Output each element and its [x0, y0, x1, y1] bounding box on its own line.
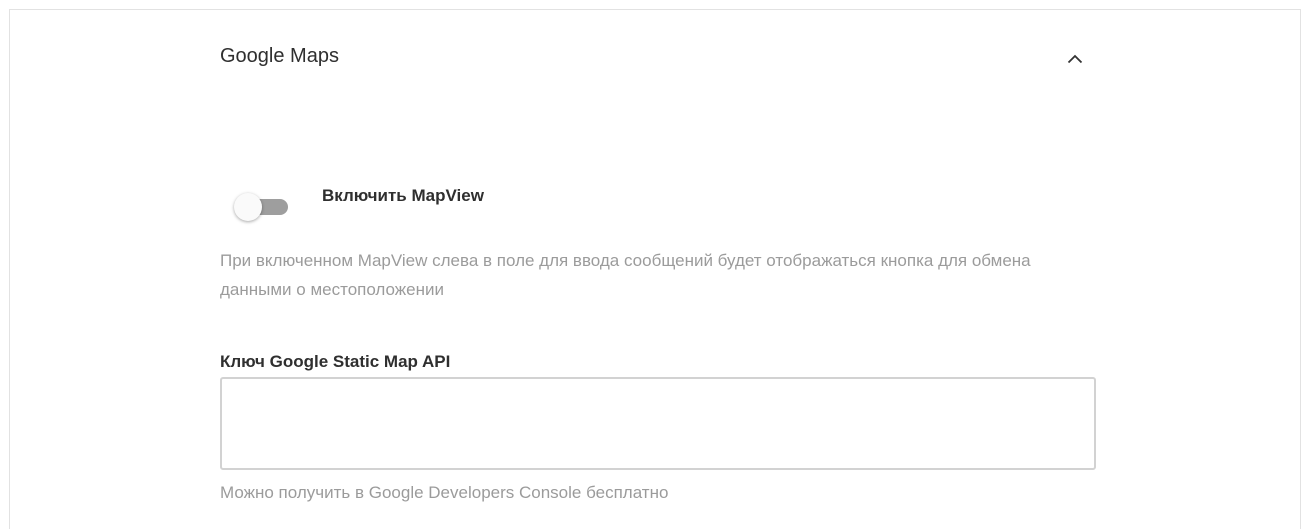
- mapview-description: При включенном MapView слева в поле для …: [220, 251, 1031, 299]
- collapse-button[interactable]: [1062, 46, 1088, 72]
- api-key-help-text: Можно получить в Google Developers Conso…: [220, 483, 669, 502]
- api-key-label: Ключ Google Static Map API: [220, 352, 451, 371]
- mapview-toggle[interactable]: [234, 193, 292, 221]
- api-key-input[interactable]: [220, 377, 1096, 470]
- toggle-knob: [234, 193, 262, 221]
- section-title: Google Maps: [220, 45, 339, 67]
- chevron-up-icon: [1067, 54, 1083, 64]
- mapview-toggle-label: Включить MapView: [322, 186, 484, 205]
